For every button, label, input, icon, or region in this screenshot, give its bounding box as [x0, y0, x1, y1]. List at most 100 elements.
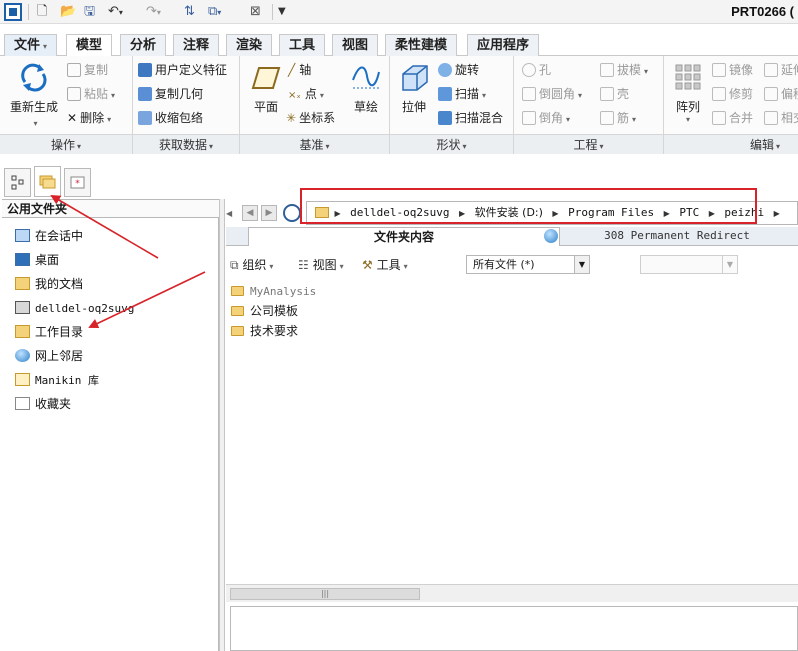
list-item-computer[interactable]: delldel-oq2suvg: [15, 298, 134, 318]
panel-splitter[interactable]: [219, 199, 225, 651]
forward-button[interactable]: ▶: [261, 205, 277, 221]
list-item-working-directory[interactable]: 工作目录: [15, 322, 83, 342]
preview-pane: [230, 606, 798, 651]
merge-button[interactable]: 合并: [712, 108, 753, 128]
tab-view[interactable]: 视图: [332, 34, 379, 56]
sketch-button[interactable]: 草绘: [348, 60, 384, 115]
tab-applications[interactable]: 应用程序: [467, 34, 540, 56]
sweep-button[interactable]: 扫描 ▾: [438, 84, 486, 104]
draft-button[interactable]: 拔模 ▾: [600, 60, 648, 80]
axis-icon: ╱: [288, 63, 296, 77]
list-item-manikin-library[interactable]: Manikin 库: [15, 370, 99, 390]
regenerate-icon: [17, 60, 51, 94]
group-label-operations[interactable]: 操作 ▾: [0, 134, 132, 154]
extrude-button[interactable]: 拉伸: [394, 60, 434, 115]
tab-flexible-modeling[interactable]: 柔性建模: [385, 34, 458, 56]
extend-button[interactable]: 延伸: [764, 60, 798, 80]
csys-button[interactable]: ✳ 坐标系: [286, 108, 335, 128]
intersect-button[interactable]: 相交: [764, 108, 798, 128]
offset-button[interactable]: 偏移: [764, 84, 798, 104]
navigator-tabs: *: [0, 166, 220, 198]
regenerate-small-icon[interactable]: ⇅: [184, 3, 195, 21]
tab-annotate[interactable]: 注释: [173, 34, 220, 56]
list-item-favorites[interactable]: 收藏夹: [15, 394, 71, 414]
customize-qat-icon[interactable]: ▼: [278, 3, 286, 21]
rib-button[interactable]: 筋 ▾: [600, 108, 636, 128]
group-label-datum[interactable]: 基准 ▾: [240, 134, 389, 154]
tab-favorites[interactable]: *: [64, 168, 91, 197]
tab-folder-contents[interactable]: 文件夹内容 ✕: [248, 227, 560, 246]
list-item[interactable]: 技术要求: [231, 321, 298, 341]
udf-button[interactable]: 用户定义特征: [138, 60, 227, 80]
list-item-in-session[interactable]: 在会话中: [15, 226, 83, 246]
plane-button[interactable]: 平面: [246, 60, 286, 115]
organize-menu[interactable]: ⧉ 组织 ▾: [230, 256, 273, 274]
revolve-button[interactable]: 旋转: [438, 60, 479, 80]
shell-button[interactable]: 壳: [600, 84, 629, 104]
delete-label: 删除: [80, 111, 105, 125]
horizontal-scrollbar[interactable]: |||: [226, 584, 798, 602]
collapse-icon[interactable]: ◀: [226, 209, 232, 218]
list-item-my-documents[interactable]: 我的文档: [15, 274, 83, 294]
history-icon[interactable]: [283, 204, 301, 222]
group-label-get-data[interactable]: 获取数据 ▾: [133, 134, 239, 154]
trim-button[interactable]: 修剪: [712, 84, 753, 104]
app-logo-icon[interactable]: [4, 3, 22, 21]
network-icon: [15, 349, 30, 362]
hole-button[interactable]: 孔: [522, 60, 551, 80]
label-text: 操作: [50, 138, 75, 152]
chevron-down-icon: ▾: [209, 142, 214, 151]
group-label-shapes[interactable]: 形状 ▾: [390, 134, 513, 154]
group-label-editing[interactable]: 编辑 ▾: [664, 134, 798, 154]
tab-analysis[interactable]: 分析: [120, 34, 167, 56]
swept-blend-button[interactable]: 扫描混合: [438, 108, 503, 128]
mirror-button[interactable]: 镜像: [712, 60, 753, 80]
chamfer-icon: [522, 111, 536, 125]
save-icon[interactable]: 🖫: [84, 3, 95, 21]
tab-render[interactable]: 渲染: [226, 34, 273, 56]
list-item[interactable]: 公司模板: [231, 301, 298, 321]
tab-model-tree[interactable]: [4, 168, 31, 197]
trim-icon: [712, 87, 726, 101]
view-menu[interactable]: ☷ 视图 ▾: [298, 256, 344, 274]
common-folders-list: 在会话中 桌面 我的文档 delldel-oq2suvg 工作目录 网上邻居 M…: [2, 218, 219, 651]
copy-geometry-button[interactable]: 复制几何: [138, 84, 203, 104]
shrinkwrap-icon: [138, 111, 152, 125]
tools-menu[interactable]: ⚒ 工具 ▾: [362, 256, 408, 274]
shell-label: 壳: [617, 87, 630, 101]
sweep-label: 扫描: [455, 87, 480, 101]
paste-button[interactable]: 粘贴 ▾: [67, 84, 115, 104]
back-button[interactable]: ◀: [242, 205, 258, 221]
new-file-icon[interactable]: 🗋: [37, 3, 47, 21]
chevron-down-icon: ▾: [269, 262, 274, 271]
scrollbar-thumb[interactable]: |||: [230, 588, 420, 600]
tab-redirect[interactable]: 308 Permanent Redirect: [556, 227, 798, 246]
tab-file[interactable]: 文件 ▾: [4, 34, 58, 56]
chevron-down-icon: ▾: [33, 119, 38, 128]
tab-tools[interactable]: 工具: [279, 34, 326, 56]
regenerate-button[interactable]: 重新生成 ▾: [8, 60, 60, 129]
secondary-filter[interactable]: ▼: [640, 255, 738, 274]
tab-model[interactable]: 模型: [66, 34, 113, 57]
chamfer-button[interactable]: 倒角 ▾: [522, 108, 570, 128]
hole-label: 孔: [539, 63, 552, 77]
pattern-button[interactable]: 阵列 ▾: [668, 60, 708, 124]
windows-icon[interactable]: ⧉▾: [208, 3, 221, 21]
delete-button[interactable]: ✕ 删除 ▾: [67, 108, 111, 128]
round-button[interactable]: 倒圆角 ▾: [522, 84, 582, 104]
open-folder-icon[interactable]: 📂: [60, 3, 76, 21]
csys-label: 坐标系: [299, 111, 336, 125]
close-window-icon[interactable]: ⊠: [250, 3, 261, 21]
copy-button[interactable]: 复制: [67, 60, 108, 80]
axis-button[interactable]: ╱ 轴: [288, 60, 311, 80]
list-item-desktop[interactable]: 桌面: [15, 250, 59, 270]
redo-icon[interactable]: ↷▾: [146, 3, 161, 21]
point-button[interactable]: ×ₓ 点 ▾: [288, 84, 324, 104]
tab-folder-browser[interactable]: [34, 166, 61, 197]
group-label-engineering[interactable]: 工程 ▾: [514, 134, 663, 154]
undo-icon[interactable]: ↶▾: [108, 3, 123, 21]
list-item[interactable]: MyAnalysis: [231, 281, 316, 301]
file-type-filter[interactable]: 所有文件 (*) ▼: [466, 255, 590, 274]
list-item-network[interactable]: 网上邻居: [15, 346, 83, 366]
shrinkwrap-button[interactable]: 收缩包络: [138, 108, 203, 128]
